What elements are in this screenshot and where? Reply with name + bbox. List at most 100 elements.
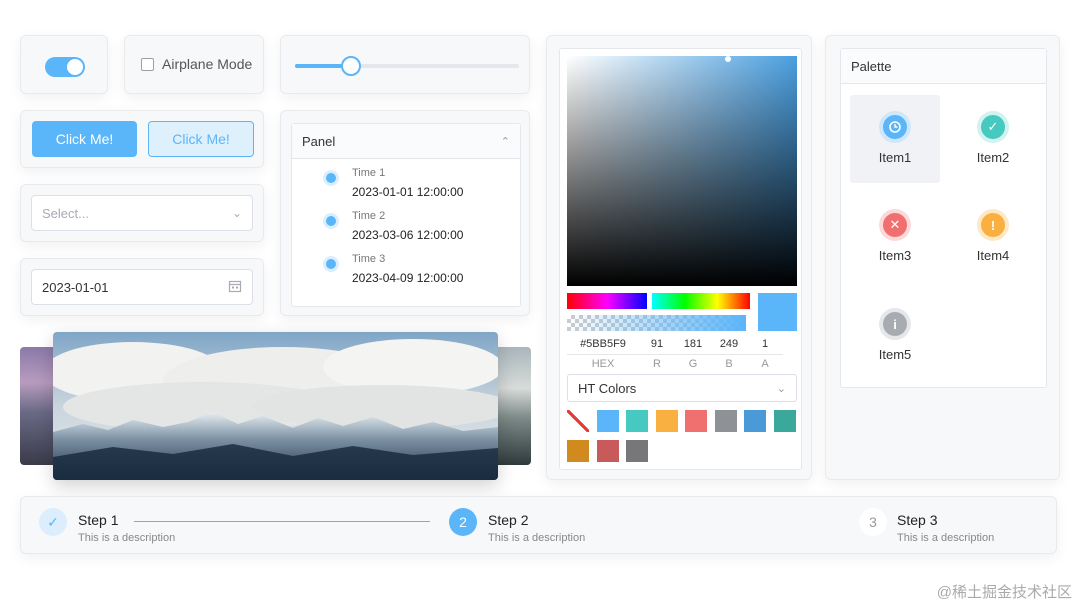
timeline-dot [326, 216, 336, 226]
date-input[interactable]: 2023-01-01 [31, 269, 253, 305]
sv-cursor[interactable] [725, 56, 731, 62]
slider-card [280, 35, 530, 94]
mountain-landscape-image [53, 332, 498, 480]
checkbox-card: Airplane Mode [124, 35, 264, 94]
warning-icon: ! [981, 213, 1005, 237]
color-swatch[interactable] [596, 410, 619, 432]
hex-field[interactable]: #5BB5F9 HEX [567, 338, 639, 370]
date-value: 2023-01-01 [42, 279, 109, 295]
timeline-label: Time 3 [352, 253, 386, 265]
step-3-number[interactable]: 3 [859, 508, 887, 536]
panel-header[interactable]: Panel ⌃ [292, 124, 520, 159]
collapse-panel: Panel ⌃ Time 1 2023-01-01 12:00:00 Time … [291, 123, 521, 307]
color-swatch[interactable] [567, 440, 589, 462]
step-1-description: This is a description [78, 532, 176, 544]
watermark: @稀土掘金技术社区 [936, 584, 1072, 601]
steps-card: ✓ Step 1 This is a description 2 Step 2 … [20, 496, 1057, 554]
r-field[interactable]: 91 R [639, 338, 675, 370]
calendar-icon[interactable] [228, 279, 242, 296]
hue-slider-secondary[interactable] [652, 293, 750, 309]
hue-slider[interactable] [567, 293, 647, 309]
timeline-date: 2023-03-06 12:00:00 [352, 228, 464, 242]
step-3-title: Step 3 [897, 512, 938, 528]
palette-item-5[interactable]: i Item5 [850, 292, 940, 380]
palette-item-3[interactable]: ✕ Item3 [850, 193, 940, 281]
toggle-knob [67, 59, 83, 75]
panel-card: Panel ⌃ Time 1 2023-01-01 12:00:00 Time … [280, 110, 530, 316]
step-1-check-icon[interactable]: ✓ [39, 508, 67, 536]
airplane-mode-checkbox[interactable] [141, 57, 154, 71]
toggle-switch[interactable] [45, 57, 85, 77]
chevron-down-icon: ⌄ [776, 382, 786, 395]
color-swatch[interactable] [596, 440, 619, 462]
palette-item-1[interactable]: Item1 [850, 95, 940, 183]
carousel-main-slide[interactable] [53, 332, 498, 480]
step-2-number[interactable]: 2 [449, 508, 477, 536]
palette-item-label: Item4 [976, 248, 1010, 263]
primary-button[interactable]: Click Me! [32, 121, 137, 157]
palette: Palette Item1 ✓ Item2 ✕ Item3 ! Item4 i … [840, 48, 1047, 388]
b-value: 249 [719, 338, 739, 350]
preset-select-value: HT Colors [578, 380, 637, 396]
slider-thumb[interactable] [341, 56, 361, 76]
slider-track[interactable] [295, 64, 519, 68]
r-value: 91 [650, 338, 664, 350]
palette-item-4[interactable]: ! Item4 [948, 193, 1038, 281]
date-card: 2023-01-01 [20, 258, 264, 316]
saturation-value-area[interactable] [567, 56, 797, 286]
step-2-description: This is a description [488, 532, 586, 544]
palette-title: Palette [851, 58, 892, 74]
airplane-mode-label: Airplane Mode [162, 56, 253, 72]
color-picker: #5BB5F9 HEX 91 R 181 G 249 B 1 A HT Colo… [559, 48, 802, 470]
g-value: 181 [683, 338, 703, 350]
hex-label: HEX [567, 354, 639, 370]
ghost-button[interactable]: Click Me! [148, 121, 254, 157]
b-label: B [711, 354, 747, 370]
palette-item-label: Item5 [878, 347, 912, 362]
chevron-up-icon[interactable]: ⌃ [501, 135, 510, 148]
color-preview [758, 293, 797, 331]
r-label: R [639, 354, 675, 370]
color-swatch[interactable] [685, 410, 707, 432]
step-1-title: Step 1 [78, 512, 119, 528]
palette-item-label: Item2 [976, 150, 1010, 165]
clock-icon [883, 115, 907, 139]
g-label: G [675, 354, 711, 370]
step-connector [134, 521, 430, 522]
color-values: #5BB5F9 HEX 91 R 181 G 249 B 1 A [567, 338, 797, 370]
color-swatch[interactable] [655, 410, 678, 432]
swatch-none[interactable] [567, 410, 589, 432]
preset-colors-select[interactable]: HT Colors ⌄ [567, 374, 797, 402]
switch-card [20, 35, 108, 94]
hex-value: #5BB5F9 [580, 338, 626, 350]
color-swatch[interactable] [714, 410, 737, 432]
select-card: Select... ⌄ [20, 184, 264, 242]
color-swatch[interactable] [626, 410, 648, 432]
palette-item-2[interactable]: ✓ Item2 [948, 95, 1038, 183]
chevron-down-icon: ⌄ [231, 206, 242, 220]
palette-item-label: Item1 [878, 150, 912, 165]
step-2-title: Step 2 [488, 512, 529, 528]
check-circle-icon: ✓ [981, 115, 1005, 139]
b-field[interactable]: 249 B [711, 338, 747, 370]
select-input[interactable]: Select... ⌄ [31, 195, 253, 231]
a-field[interactable]: 1 A [747, 338, 783, 370]
timeline-dot [326, 173, 336, 183]
airplane-mode-checkbox-row[interactable]: Airplane Mode [141, 56, 252, 72]
palette-item-label: Item3 [878, 248, 912, 263]
timeline-date: 2023-01-01 12:00:00 [352, 185, 464, 199]
buttons-card: Click Me! Click Me! [20, 110, 264, 168]
color-swatch[interactable] [744, 410, 766, 432]
palette-header: Palette [841, 49, 1046, 84]
color-swatch[interactable] [626, 440, 648, 462]
g-field[interactable]: 181 G [675, 338, 711, 370]
alpha-slider[interactable] [567, 315, 746, 331]
close-circle-icon: ✕ [883, 213, 907, 237]
timeline-dot [326, 259, 336, 269]
panel-title: Panel [302, 133, 336, 149]
step-3-description: This is a description [897, 532, 995, 544]
timeline-date: 2023-04-09 12:00:00 [352, 271, 464, 285]
info-icon: i [883, 312, 907, 336]
color-swatch[interactable] [773, 410, 796, 432]
timeline-label: Time 2 [352, 210, 386, 222]
